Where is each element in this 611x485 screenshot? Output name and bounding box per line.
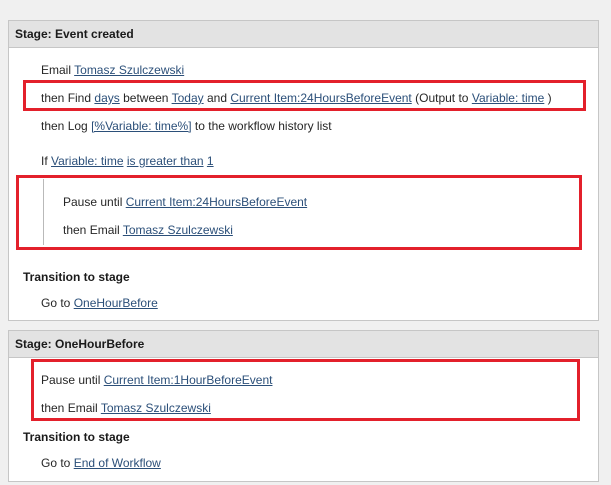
action-text: to the workflow history list	[194, 119, 332, 133]
condition-operator-link[interactable]: is greater than	[127, 154, 204, 168]
action-text: then Log	[41, 119, 88, 133]
stage-title: Stage: OneHourBefore	[9, 331, 598, 358]
highlight-box-find-action	[23, 80, 586, 111]
condition-value-link[interactable]: 1	[207, 154, 214, 168]
log-message-link[interactable]: [%Variable: time%]	[91, 119, 191, 133]
highlight-box-stage2-actions	[31, 359, 580, 421]
log-action: then Log [%Variable: time%] to the workf…	[41, 119, 332, 133]
transition-heading: Transition to stage	[23, 270, 130, 284]
goto-stage-link[interactable]: End of Workflow	[74, 456, 161, 470]
highlight-box-if-block	[16, 175, 582, 250]
action-text: Go to	[41, 456, 71, 470]
action-text: Email	[41, 63, 72, 77]
if-condition: If Variable: time is greater than 1	[41, 154, 214, 168]
condition-variable-link[interactable]: Variable: time	[51, 154, 123, 168]
transition-heading: Transition to stage	[23, 430, 130, 444]
goto-stage-link[interactable]: OneHourBefore	[74, 296, 158, 310]
stage-title: Stage: Event created	[9, 21, 598, 48]
email-action: Email Tomasz Szulczewski	[41, 63, 184, 77]
stage-event-created: Stage: Event created Email Tomasz Szulcz…	[8, 20, 599, 321]
action-text: Go to	[41, 296, 71, 310]
goto-action: Go to End of Workflow	[41, 456, 161, 470]
goto-action: Go to OneHourBefore	[41, 296, 158, 310]
condition-keyword: If	[41, 154, 48, 168]
email-recipient-link[interactable]: Tomasz Szulczewski	[74, 63, 184, 77]
